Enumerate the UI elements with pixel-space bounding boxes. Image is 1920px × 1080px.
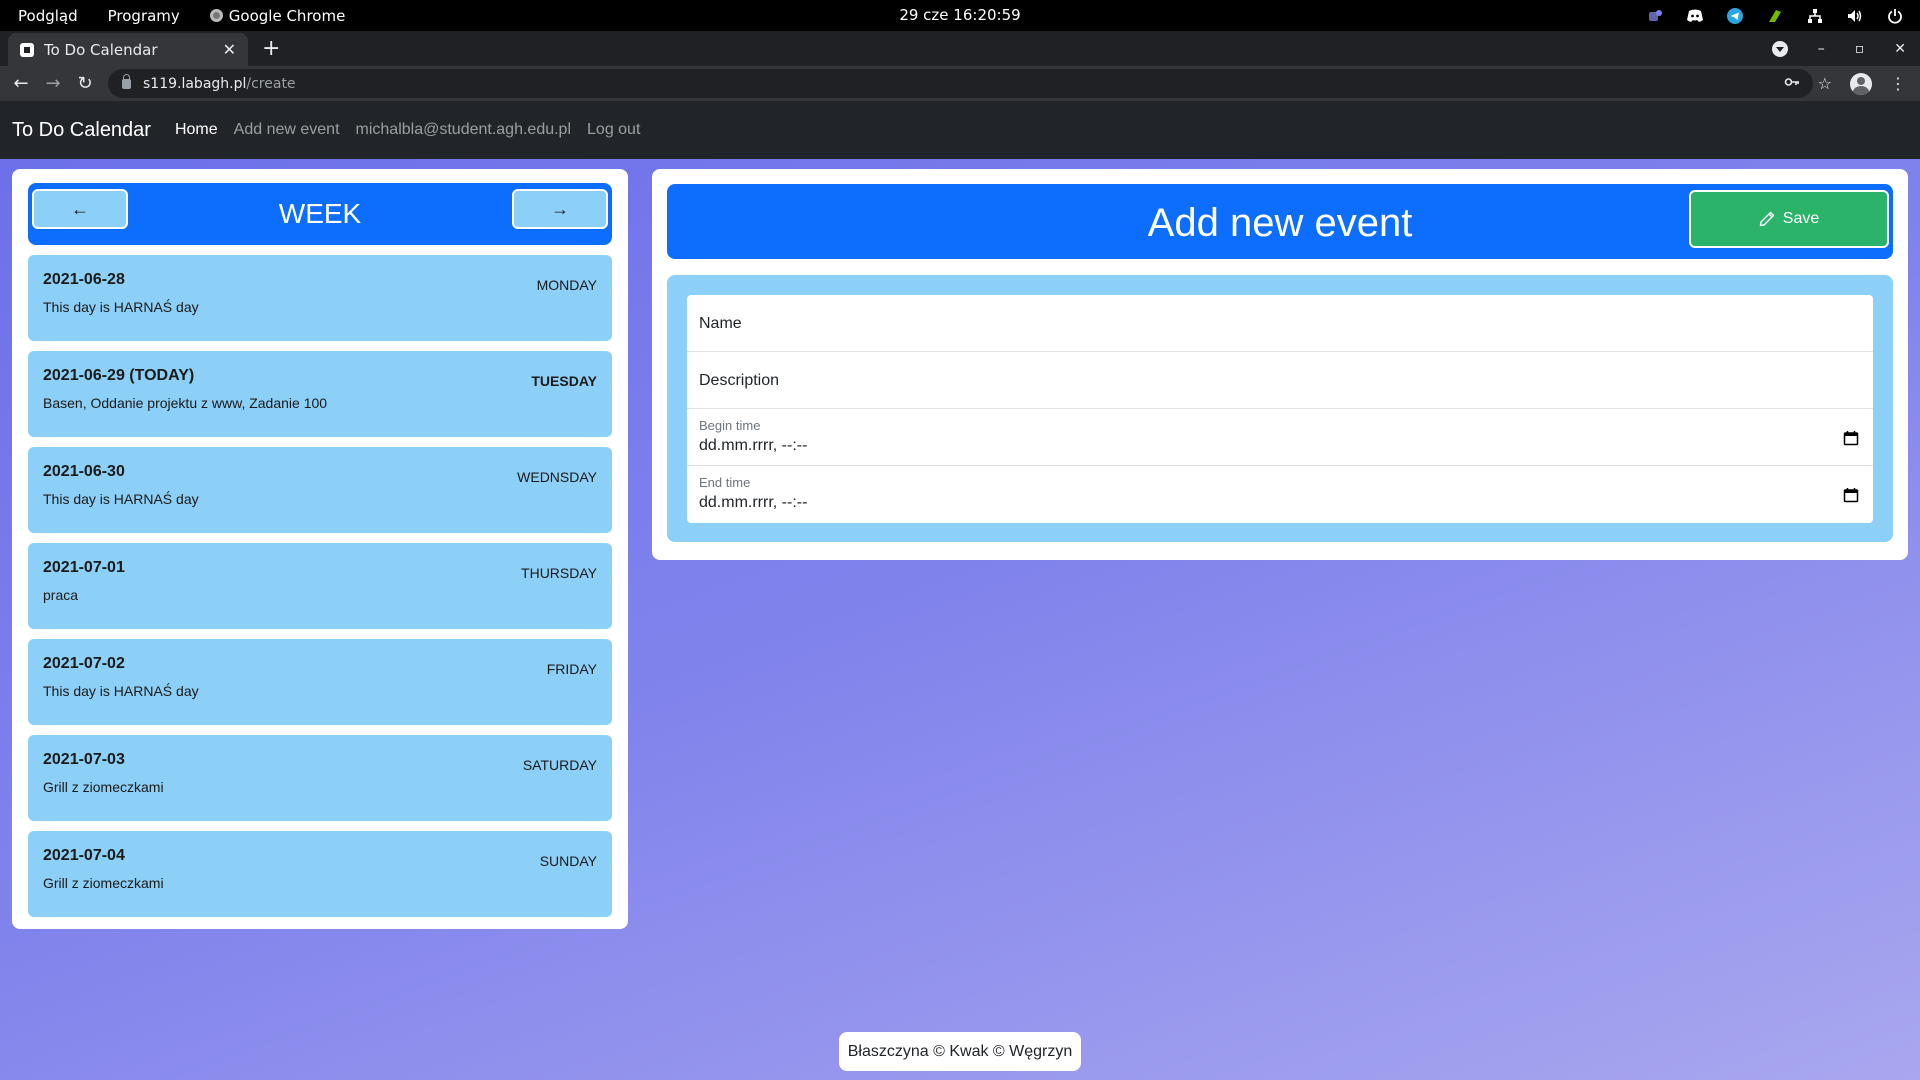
power-icon[interactable]	[1886, 7, 1904, 25]
day-date: 2021-07-01	[43, 559, 125, 576]
os-menu-preview[interactable]: Podgląd	[18, 7, 78, 25]
nvidia-icon[interactable]	[1766, 7, 1784, 25]
network-icon[interactable]	[1806, 7, 1824, 25]
description-field[interactable]: Description	[687, 352, 1873, 409]
os-top-bar: Podgląd Programy Google Chrome 29 cze 16…	[0, 0, 1920, 31]
url-host: s119.labagh.pl	[143, 75, 247, 92]
browser-toolbar: ← → ↻ s119.labagh.pl/create ☆ ⋮	[0, 66, 1920, 101]
day-date: 2021-07-03	[43, 751, 125, 768]
save-button-label: Save	[1782, 210, 1820, 227]
calendar-icon[interactable]	[1843, 430, 1859, 446]
day-name: THURSDAY	[521, 565, 597, 581]
day-date: 2021-06-30	[43, 463, 125, 480]
tab-search-icon[interactable]	[1771, 40, 1788, 57]
window-controls: – ▫ ✕	[1771, 31, 1906, 66]
key-icon[interactable]	[1784, 74, 1800, 94]
day-name: MONDAY	[536, 277, 597, 293]
site-navbar: To Do Calendar Home Add new event michal…	[0, 101, 1920, 159]
profile-avatar-icon[interactable]	[1850, 72, 1872, 95]
maximize-icon[interactable]: ▫	[1855, 41, 1865, 57]
week-panel: WEEK ← → 2021-06-28 MONDAY This day is H…	[12, 169, 628, 929]
day-name: FRIDAY	[546, 661, 597, 677]
minimize-icon[interactable]: –	[1818, 41, 1825, 57]
day-name: TUESDAY	[531, 373, 597, 389]
os-clock[interactable]: 29 cze 16:20:59	[899, 6, 1020, 24]
event-form-fields: Name Description Begin time dd.mm.rrrr, …	[687, 295, 1873, 523]
day-events: Grill z ziomeczkami	[43, 779, 164, 795]
end-time-value: dd.mm.rrrr, --:--	[699, 494, 808, 511]
week-header: WEEK ← →	[28, 183, 612, 245]
event-form: Name Description Begin time dd.mm.rrrr, …	[667, 275, 1893, 542]
nav-link-user-email[interactable]: michalbla@student.agh.edu.pl	[356, 121, 572, 139]
browser-tab[interactable]: To Do Calendar ✕	[8, 33, 248, 66]
add-event-header: Add new event Save	[667, 184, 1893, 259]
nav-link-logout[interactable]: Log out	[587, 121, 640, 139]
volume-icon[interactable]	[1846, 7, 1864, 25]
os-active-app-label: Google Chrome	[228, 6, 346, 25]
end-time-label: End time	[699, 475, 751, 490]
nav-link-add-event[interactable]: Add new event	[234, 121, 340, 139]
begin-time-label: Begin time	[699, 418, 761, 433]
day-date: 2021-07-04	[43, 847, 125, 864]
prev-week-button[interactable]: ←	[32, 189, 128, 229]
name-placeholder: Name	[699, 315, 742, 332]
back-arrow-icon[interactable]: ←	[8, 66, 34, 101]
day-card-sunday[interactable]: 2021-07-04 SUNDAY Grill z ziomeczkami	[28, 831, 612, 917]
day-date: 2021-06-29 (TODAY)	[43, 367, 195, 384]
address-bar[interactable]: s119.labagh.pl/create	[108, 69, 1813, 98]
day-date: 2021-06-28	[43, 271, 125, 288]
save-button[interactable]: Save	[1689, 190, 1889, 248]
new-tab-icon[interactable]: +	[262, 37, 280, 61]
day-card-tuesday[interactable]: 2021-06-29 (TODAY) TUESDAY Basen, Oddani…	[28, 351, 612, 437]
tab-close-icon[interactable]: ✕	[223, 40, 236, 59]
os-menu-programs[interactable]: Programy	[108, 7, 180, 25]
day-name: SUNDAY	[539, 853, 597, 869]
end-time-field[interactable]: End time dd.mm.rrrr, --:--	[687, 466, 1873, 523]
url-path: /create	[246, 75, 296, 92]
begin-time-value: dd.mm.rrrr, --:--	[699, 437, 808, 454]
footer-credits: Błaszczyna © Kwak © Węgrzyn	[839, 1032, 1081, 1071]
tab-title: To Do Calendar	[44, 40, 158, 59]
day-events: Basen, Oddanie projektu z www, Zadanie 1…	[43, 395, 328, 411]
day-events: praca	[43, 587, 79, 603]
next-week-button[interactable]: →	[512, 189, 608, 229]
add-event-panel: Add new event Save Name Description Begi…	[652, 169, 1908, 560]
description-placeholder: Description	[699, 372, 780, 389]
day-card-monday[interactable]: 2021-06-28 MONDAY This day is HARNAŚ day	[28, 255, 612, 341]
navbar-brand[interactable]: To Do Calendar	[12, 119, 151, 142]
day-name: WEDNSDAY	[517, 469, 597, 485]
day-date: 2021-07-02	[43, 655, 125, 672]
day-events: Grill z ziomeczkami	[43, 875, 164, 891]
os-active-app[interactable]: Google Chrome	[209, 6, 346, 25]
forward-arrow-icon[interactable]: →	[40, 66, 66, 101]
lock-icon	[122, 73, 131, 89]
calendar-icon[interactable]	[1843, 487, 1859, 503]
page: To Do Calendar Home Add new event michal…	[0, 101, 1920, 1080]
day-name: SATURDAY	[522, 757, 597, 773]
day-list: 2021-06-28 MONDAY This day is HARNAŚ day…	[28, 255, 612, 917]
discord-icon[interactable]	[1686, 7, 1704, 25]
day-events: This day is HARNAŚ day	[43, 299, 199, 315]
close-window-icon[interactable]: ✕	[1894, 41, 1906, 57]
nav-link-home[interactable]: Home	[175, 121, 218, 139]
pencil-icon	[1759, 211, 1774, 227]
day-card-friday[interactable]: 2021-07-02 FRIDAY This day is HARNAŚ day	[28, 639, 612, 725]
chrome-icon	[209, 9, 223, 22]
name-field[interactable]: Name	[687, 295, 1873, 352]
browser-tab-strip: To Do Calendar ✕ +	[0, 31, 1920, 66]
reload-icon[interactable]: ↻	[72, 66, 98, 101]
teams-icon[interactable]	[1646, 7, 1664, 25]
chrome-menu-icon[interactable]: ⋮	[1890, 74, 1906, 93]
telegram-icon[interactable]	[1726, 7, 1744, 25]
day-card-thursday[interactable]: 2021-07-01 THURSDAY praca	[28, 543, 612, 629]
bookmark-star-icon[interactable]: ☆	[1818, 74, 1832, 93]
favicon-icon	[20, 42, 34, 57]
day-card-saturday[interactable]: 2021-07-03 SATURDAY Grill z ziomeczkami	[28, 735, 612, 821]
day-events: This day is HARNAŚ day	[43, 491, 199, 507]
begin-time-field[interactable]: Begin time dd.mm.rrrr, --:--	[687, 409, 1873, 466]
day-events: This day is HARNAŚ day	[43, 683, 199, 699]
day-card-wednesday[interactable]: 2021-06-30 WEDNSDAY This day is HARNAŚ d…	[28, 447, 612, 533]
